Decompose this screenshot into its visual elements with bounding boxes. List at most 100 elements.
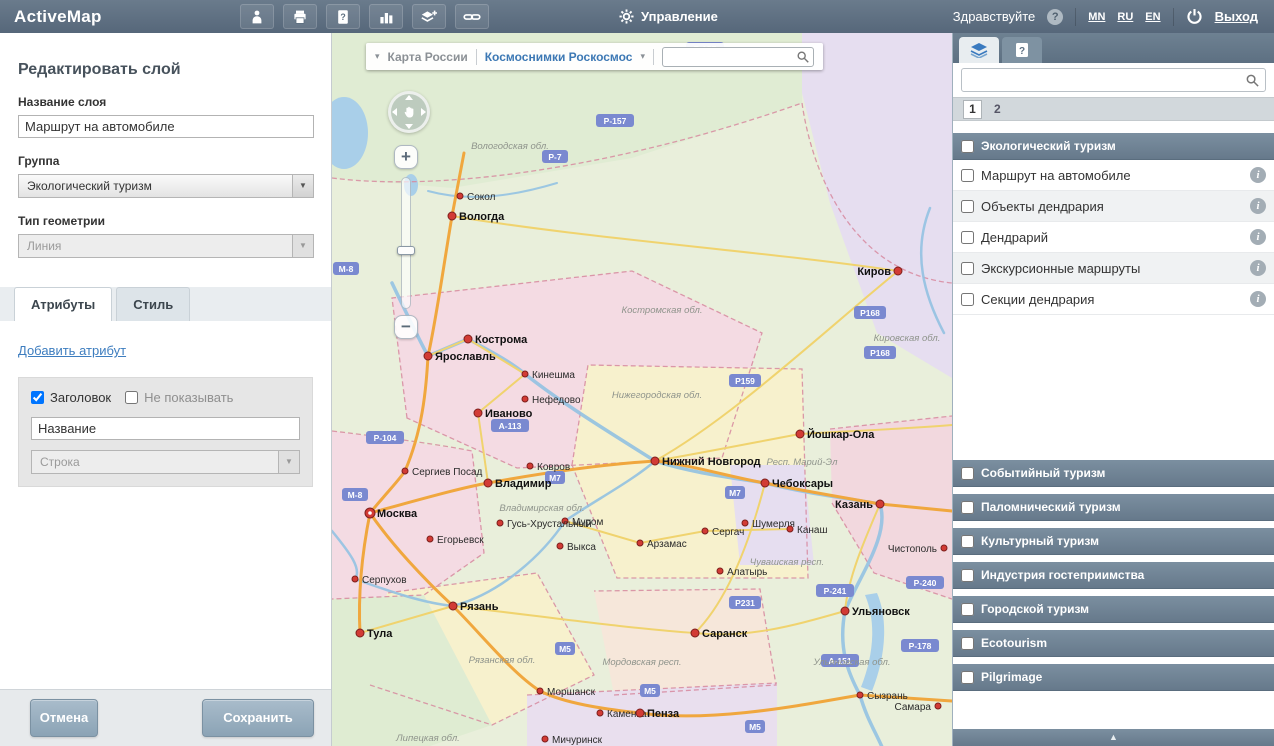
base-layer-selector[interactable]: Карта России [388, 50, 468, 64]
edit-panel-tabs: Атрибуты Стиль [0, 287, 331, 321]
layer-row[interactable]: Маршрут на автомобилеi [953, 160, 1274, 191]
print-tool-button[interactable] [283, 4, 317, 29]
map[interactable]: Р-157Р-157Р-7М-8Р168Р168Р159А-113Р-104М7… [332, 33, 952, 746]
city-label: Чистополь [888, 544, 937, 555]
city-marker [597, 710, 603, 716]
layer-group-header[interactable]: Паломнический туризм [953, 494, 1274, 521]
city-label: Пенза [647, 708, 680, 720]
layer-row[interactable]: Секции дендрарияi [953, 284, 1274, 315]
zoom-slider-knob[interactable] [397, 246, 415, 255]
city-label: Иваново [485, 408, 533, 420]
layer-row[interactable]: Дендрарийi [953, 222, 1274, 253]
layer-checkbox[interactable] [961, 231, 974, 244]
layer-group-checkbox[interactable] [961, 671, 974, 684]
help-page-tool-button[interactable]: ? [326, 4, 360, 29]
map-pan-control[interactable] [388, 91, 430, 133]
city-marker [787, 526, 793, 532]
page-2-button[interactable]: 2 [994, 102, 1001, 116]
power-icon [1186, 8, 1203, 25]
layer-group-list: Экологический туризмМаршрут на автомобил… [953, 121, 1274, 729]
layer-checkbox[interactable] [961, 200, 974, 213]
layer-group-header[interactable]: Индустрия гостеприимства [953, 562, 1274, 589]
layer-info-icon[interactable]: i [1250, 291, 1266, 307]
reports-tool-button[interactable] [369, 4, 403, 29]
pan-left-icon [392, 108, 397, 116]
layer-name-label: Название слоя [18, 95, 313, 109]
layer-row[interactable]: Объекты дендрарияi [953, 191, 1274, 222]
help-page-icon: ? [335, 9, 351, 25]
city-marker [557, 543, 563, 549]
layer-group-header[interactable]: Ecotourism [953, 630, 1274, 657]
add-layer-tool-button[interactable] [412, 4, 446, 29]
layer-info-icon[interactable]: i [1250, 260, 1266, 276]
group-select[interactable]: Экологический туризм ▼ [18, 174, 314, 198]
bar-chart-icon [378, 9, 394, 25]
zoom-slider[interactable] [401, 177, 411, 309]
tab-style[interactable]: Стиль [116, 287, 190, 321]
city-label: Ковров [537, 462, 570, 473]
layer-name-input[interactable] [18, 115, 314, 138]
logout-link[interactable]: Выход [1215, 9, 1258, 24]
collapse-panel-bar[interactable]: ▲ [953, 729, 1274, 746]
hide-checkbox[interactable] [125, 391, 138, 404]
city-label: Нижний Новгород [662, 456, 761, 468]
attribute-type-value: Строка [40, 455, 80, 469]
layer-row[interactable]: Экскурсионные маршрутыi [953, 253, 1274, 284]
chevron-down-icon[interactable]: ▾ [375, 51, 380, 62]
layer-group-header[interactable]: Городской туризм [953, 596, 1274, 623]
add-attribute-link[interactable]: Добавить атрибут [18, 343, 126, 358]
save-button[interactable]: Сохранить [202, 699, 314, 737]
road-shield-label: М7 [729, 488, 741, 498]
layer-group-checkbox[interactable] [961, 637, 974, 650]
layer-group-checkbox[interactable] [961, 140, 974, 153]
map-search-input[interactable] [662, 47, 814, 67]
attribute-name-input[interactable] [31, 417, 300, 440]
layer-info-icon[interactable]: i [1250, 198, 1266, 214]
title-checkbox[interactable] [31, 391, 44, 404]
map-canvas[interactable]: Р-157Р-157Р-7М-8Р168Р168Р159А-113Р-104М7… [332, 33, 952, 746]
user-tool-button[interactable] [240, 4, 274, 29]
layers-search-input[interactable] [961, 68, 1266, 92]
layer-group-header[interactable]: Pilgrimage [953, 664, 1274, 691]
tab-attributes[interactable]: Атрибуты [14, 287, 112, 321]
overlay-layer-selector[interactable]: Космоснимки Роскосмос [485, 50, 633, 64]
group-select-value: Экологический туризм [27, 179, 152, 193]
zoom-in-button[interactable]: + [394, 145, 418, 169]
layer-group-checkbox[interactable] [961, 501, 974, 514]
layer-group-checkbox[interactable] [961, 603, 974, 616]
tab-layers[interactable] [959, 37, 999, 63]
road-shield-label: А-113 [499, 421, 522, 431]
edit-layer-panel: Редактировать слой Название слоя Группа … [0, 33, 332, 746]
region-label: Вологодская обл. [471, 141, 549, 152]
zoom-out-button[interactable]: − [394, 315, 418, 339]
layer-group-header[interactable]: Культурный туризм [953, 528, 1274, 555]
layer-info-icon[interactable]: i [1250, 229, 1266, 245]
layer-info-icon[interactable]: i [1250, 167, 1266, 183]
help-badge[interactable]: ? [1047, 9, 1063, 25]
attribute-box: Заголовок Не показывать Строка ▼ [18, 377, 313, 487]
layer-checkbox[interactable] [961, 169, 974, 182]
city-marker [691, 629, 699, 637]
layer-group-checkbox[interactable] [961, 467, 974, 480]
layer-checkbox[interactable] [961, 262, 974, 275]
lang-mn[interactable]: MN [1088, 11, 1105, 23]
cancel-button[interactable]: Отмена [30, 699, 98, 737]
person-icon [249, 9, 265, 25]
layer-group-header[interactable]: Экологический туризм [953, 133, 1274, 160]
layer-group-checkbox[interactable] [961, 535, 974, 548]
page-1-button[interactable]: 1 [963, 100, 982, 119]
app-logo: ActiveMap [0, 7, 240, 27]
lang-ru[interactable]: RU [1117, 11, 1133, 23]
management-menu[interactable]: Управление [619, 9, 718, 24]
printer-icon [292, 9, 308, 25]
city-label: Йошкар-Ола [807, 428, 875, 441]
city-marker [522, 371, 528, 377]
chevron-down-icon[interactable]: ▾ [640, 51, 645, 62]
lang-en[interactable]: EN [1145, 11, 1160, 23]
layer-checkbox[interactable] [961, 293, 974, 306]
layer-group-header[interactable]: Событийный туризм [953, 460, 1274, 487]
layer-group-checkbox[interactable] [961, 569, 974, 582]
city-marker [857, 692, 863, 698]
share-tool-button[interactable] [455, 4, 489, 29]
tab-legend[interactable]: ? [1002, 37, 1042, 63]
